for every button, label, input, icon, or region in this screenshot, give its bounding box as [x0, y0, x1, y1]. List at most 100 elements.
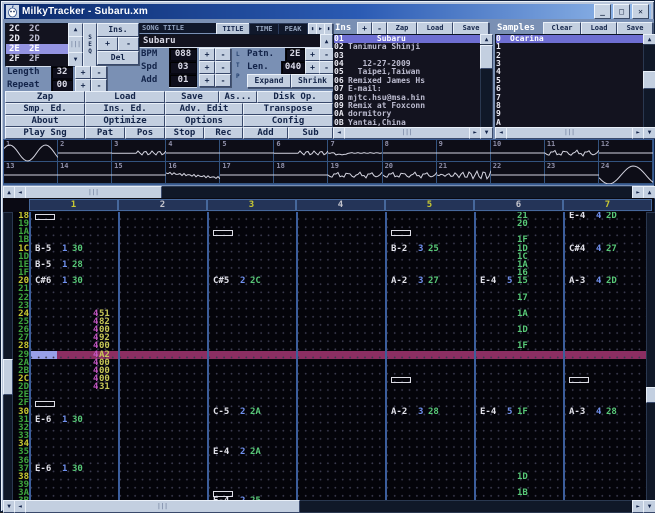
instrument-list[interactable]: 01 Subaru02Tanimura Shinji0304 12-27-200…	[333, 34, 481, 128]
instrument-row[interactable]: 08mjtc.hsu@msa.hin	[334, 94, 480, 102]
play-song-button[interactable]: Play Sng	[5, 127, 85, 139]
stop-button[interactable]: Stop	[165, 127, 204, 139]
instrument-row[interactable]: 03	[334, 52, 480, 60]
sample-row[interactable]: A	[496, 119, 643, 127]
scope-channel-22[interactable]: 22	[491, 162, 545, 184]
pattern-channel-1[interactable]: B-5130B-5128C#61304514824004924004A24004…	[29, 212, 118, 500]
sample-hscroll-thumb[interactable]: |||	[506, 127, 633, 139]
zap-button[interactable]: Zap	[5, 91, 85, 103]
sub-channels-button[interactable]: Sub	[288, 127, 333, 139]
order-list-row[interactable]: 2E2E	[6, 44, 68, 54]
sample-scroll-thumb[interactable]	[643, 71, 655, 89]
add-channels-button[interactable]: Add	[243, 127, 288, 139]
instrument-scroll-down-icon[interactable]: ▼	[480, 127, 493, 139]
sample-row[interactable]: 1	[496, 43, 643, 51]
scope-channel-17[interactable]: 17	[220, 162, 274, 184]
pattern-vscroll-right-thumb[interactable]	[646, 387, 655, 403]
scope-channel-15[interactable]: 15	[112, 162, 166, 184]
scope-channel-20[interactable]: 20	[383, 162, 437, 184]
scope-channel-12[interactable]: 12	[599, 140, 653, 162]
length-plus-button[interactable]: +	[75, 66, 91, 79]
sample-row[interactable]: 0Ocarina	[496, 35, 643, 43]
title-bar[interactable]: MilkyTracker - Subaru.xm _ □ ✕	[4, 4, 651, 19]
scope-channel-21[interactable]: 21	[437, 162, 491, 184]
pattern-channel-3[interactable]: C#522CC-522AE-422AE-4225	[207, 212, 296, 500]
instrument-row[interactable]: 06Remixed James Hs	[334, 77, 480, 85]
sample-row[interactable]: 2	[496, 52, 643, 60]
shrink-button[interactable]: Shrink	[291, 74, 334, 88]
pattern-vscrollbar-left[interactable]	[3, 212, 13, 502]
sample-row[interactable]: 4	[496, 68, 643, 76]
optimize-button[interactable]: Optimize	[85, 115, 165, 127]
length-minus-button[interactable]: -	[91, 66, 107, 79]
maximize-button[interactable]: □	[613, 4, 630, 19]
scope-channel-6[interactable]: 6	[274, 140, 328, 162]
channel-header-1[interactable]: 1	[29, 199, 118, 211]
order-insert-button[interactable]: Ins.	[97, 23, 139, 37]
load-button[interactable]: Load	[85, 91, 165, 103]
len-plus-button[interactable]: +	[305, 61, 320, 74]
scope-channel-16[interactable]: 16	[166, 162, 220, 184]
order-list[interactable]: 2C2C2D2D2E2E2F2F	[5, 23, 69, 67]
add-minus-button[interactable]: -	[215, 74, 231, 87]
len-minus-button[interactable]: -	[319, 61, 334, 74]
instrument-row[interactable]: 04 12-27-2009	[334, 60, 480, 68]
scope-channel-8[interactable]: 8	[383, 140, 437, 162]
close-button[interactable]: ✕	[632, 4, 649, 19]
sample-row[interactable]: 9	[496, 110, 643, 118]
scope-channel-18[interactable]: 18	[274, 162, 328, 184]
scope-channel-11[interactable]: 11	[545, 140, 599, 162]
sample-list[interactable]: 0Ocarina123456789A	[495, 34, 644, 128]
scope-channel-24[interactable]: 24	[599, 162, 653, 184]
scope-channel-4[interactable]: 4	[166, 140, 220, 162]
channel-header-7[interactable]: 7	[563, 199, 652, 211]
pattern-grid[interactable]: 18191A1B1C1D1E1F202122232425262728292A2B…	[3, 212, 654, 500]
scope-channel-13[interactable]: 13	[4, 162, 58, 184]
channel-header-4[interactable]: 4	[296, 199, 385, 211]
scope-channel-14[interactable]: 14	[58, 162, 112, 184]
instrument-hscroll-thumb[interactable]: |||	[344, 127, 470, 139]
disk-op-button[interactable]: Disk Op.	[257, 91, 333, 103]
song-title-field[interactable]: Subaru	[139, 34, 324, 48]
instrument-scroll-thumb[interactable]	[480, 45, 493, 69]
about-button[interactable]: About	[5, 115, 85, 127]
order-delete-button[interactable]: Del	[97, 51, 139, 65]
pattern-channel-6[interactable]: 21201F1D1C1A16E-4515171A1D1FE-451F1D1B	[474, 212, 563, 500]
order-minus-button[interactable]: -	[118, 37, 139, 51]
record-button[interactable]: Rec	[204, 127, 243, 139]
channel-header-5[interactable]: 5	[385, 199, 474, 211]
pattern-vscroll-left-thumb[interactable]	[3, 359, 13, 395]
scope-channel-7[interactable]: 7	[328, 140, 382, 162]
advanced-edit-button[interactable]: Adv. Edit	[165, 103, 243, 115]
pattern-hscroll-down2-icon[interactable]: ▼	[643, 500, 655, 513]
scope-channel-2[interactable]: 2	[58, 140, 112, 162]
instrument-row[interactable]: 09Remix at Foxconn	[334, 102, 480, 110]
instrument-editor-button[interactable]: Ins. Ed.	[85, 103, 165, 115]
scope-channel-23[interactable]: 23	[545, 162, 599, 184]
order-scroll-up-icon[interactable]: ▲	[68, 23, 83, 37]
channel-header-3[interactable]: 3	[207, 199, 296, 211]
instrument-row[interactable]: 0Adormitory	[334, 110, 480, 118]
config-button[interactable]: Config	[243, 115, 333, 127]
pattern-vscrollbar-right[interactable]	[646, 212, 655, 502]
sample-row[interactable]: 8	[496, 102, 643, 110]
scope-channel-9[interactable]: 9	[437, 140, 491, 162]
expand-button[interactable]: Expand	[247, 74, 291, 88]
sample-row[interactable]: 6	[496, 85, 643, 93]
patn-plus-button[interactable]: +	[305, 48, 320, 61]
patn-minus-button[interactable]: -	[319, 48, 334, 61]
transpose-button[interactable]: Transpose	[243, 103, 333, 115]
scope-channel-1[interactable]: 1	[4, 140, 58, 162]
scope-channel-3[interactable]: 3	[112, 140, 166, 162]
options-button[interactable]: Options	[165, 115, 243, 127]
song-title-scroll-up-icon[interactable]: ▲	[320, 34, 333, 49]
spd-plus-button[interactable]: +	[199, 61, 215, 74]
scope-channel-10[interactable]: 10	[491, 140, 545, 162]
order-scroll-down-icon[interactable]: ▼	[68, 52, 83, 67]
pattern-channel-7[interactable]: E-442DC#4427A-342DA-3428	[563, 212, 652, 500]
scope-channel-5[interactable]: 5	[220, 140, 274, 162]
order-scroll-thumb[interactable]: |||	[68, 36, 83, 53]
sample-row[interactable]: 5	[496, 77, 643, 85]
minimize-button[interactable]: _	[594, 4, 611, 19]
instrument-row[interactable]: 07E-mail:	[334, 85, 480, 93]
